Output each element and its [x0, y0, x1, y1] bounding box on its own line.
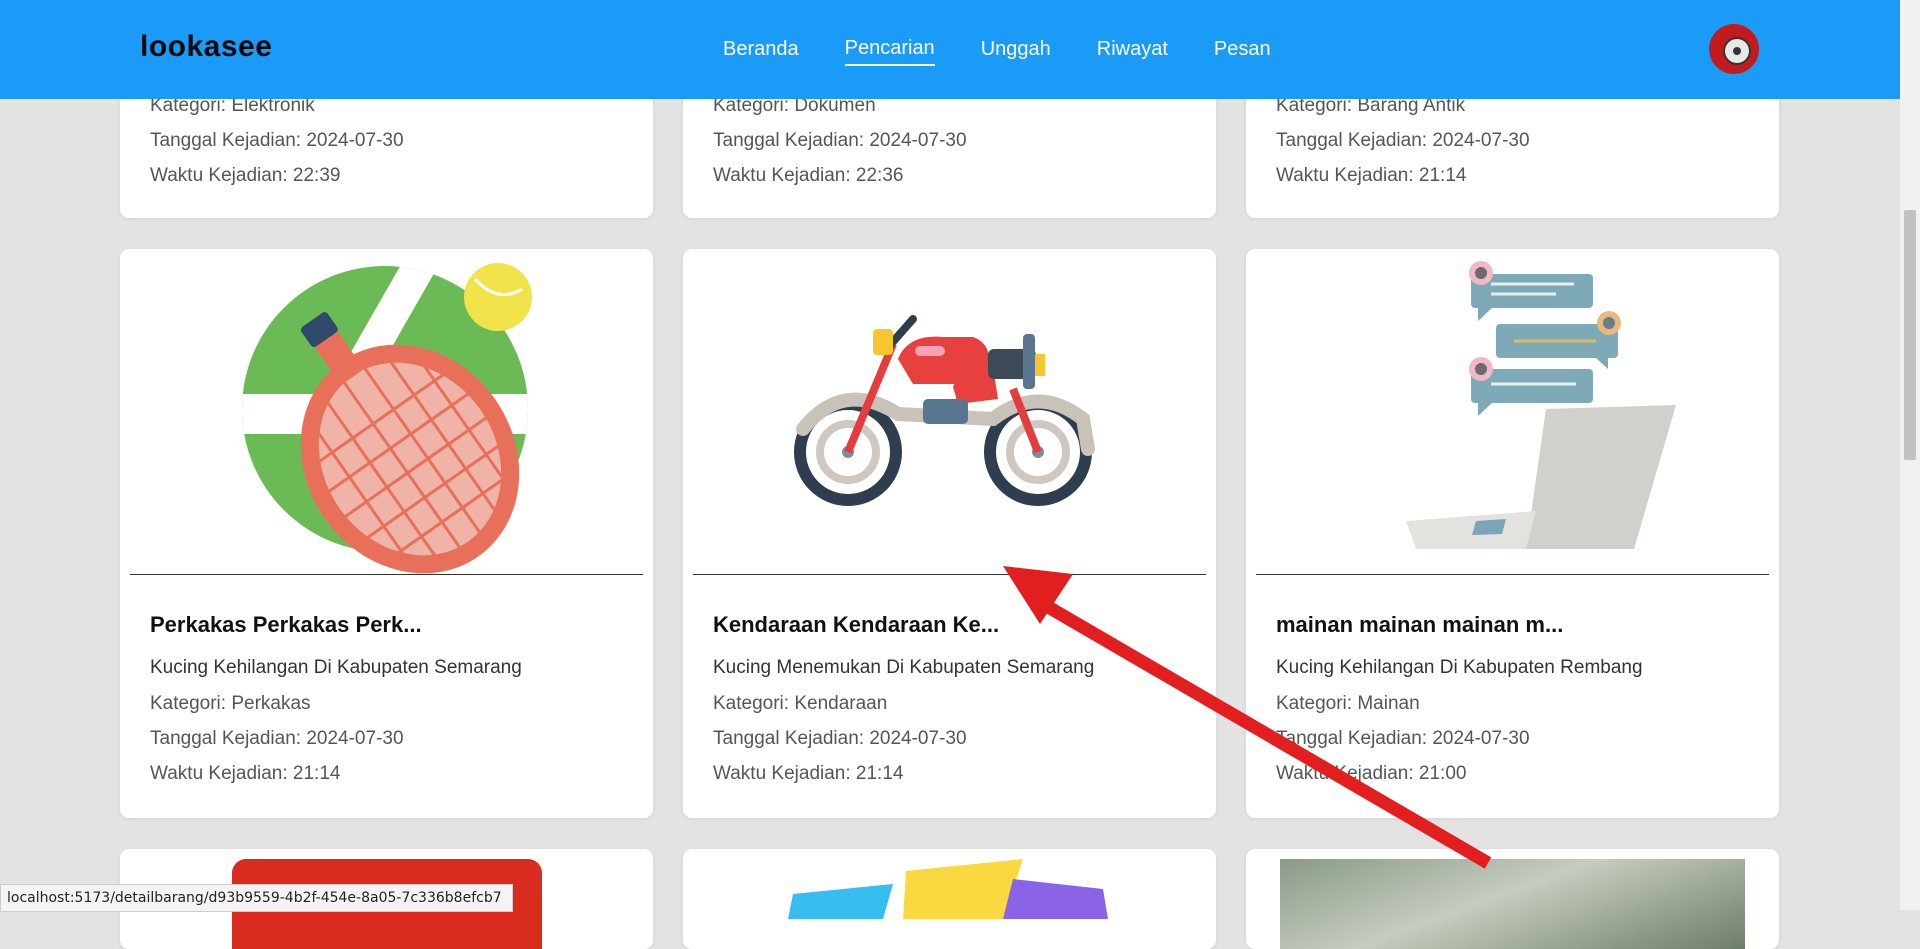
status-bar-url: localhost:5173/detailbarang/d93b9559-4b2… [0, 884, 513, 912]
card-description: Kucing Menemukan Di Kabupaten Semarang [713, 657, 1095, 678]
card-divider [693, 574, 1206, 575]
brand-logo[interactable]: lookasee [140, 30, 272, 64]
item-card[interactable]: Perkakas Perkakas Perk... Kucing Kehilan… [120, 249, 653, 818]
item-card[interactable] [1246, 849, 1779, 949]
card-divider [1256, 574, 1769, 575]
card-image [788, 859, 1108, 919]
top-navbar: lookasee Beranda Pencarian Unggah Riwaya… [0, 0, 1900, 99]
card-date: Tanggal Kejadian: 2024-07-30 [713, 130, 967, 151]
page-scrollbar[interactable] [1900, 0, 1920, 910]
nav-links: Beranda Pencarian Unggah Riwayat Pesan [700, 0, 1294, 99]
card-category: Kategori: Kendaraan [713, 693, 888, 714]
card-date: Tanggal Kejadian: 2024-07-30 [150, 728, 404, 749]
card-category: Kategori: Mainan [1276, 693, 1420, 714]
motorcycle-icon [794, 315, 1095, 506]
nav-link-riwayat[interactable]: Riwayat [1097, 34, 1168, 65]
card-title: mainan mainan mainan m... [1276, 612, 1564, 637]
item-card[interactable] [683, 849, 1216, 949]
card-divider [130, 574, 643, 575]
card-image [1280, 859, 1745, 949]
card-time: Waktu Kejadian: 22:36 [713, 165, 904, 186]
card-time: Waktu Kejadian: 21:00 [1276, 763, 1467, 784]
laptop-chat-icon [1406, 261, 1676, 549]
card-image [1256, 249, 1769, 574]
nav-link-pencarian[interactable]: Pencarian [844, 33, 935, 66]
item-card[interactable]: mainan mainan mainan m... Kucing Kehilan… [1246, 249, 1779, 818]
tennis-racket-icon [242, 263, 532, 574]
nav-link-pesan[interactable]: Pesan [1214, 34, 1271, 65]
nav-link-unggah[interactable]: Unggah [981, 34, 1051, 65]
avatar-icon [1723, 37, 1751, 65]
card-time: Waktu Kejadian: 21:14 [150, 763, 341, 784]
nav-link-beranda[interactable]: Beranda [723, 34, 799, 65]
card-date: Tanggal Kejadian: 2024-07-30 [1276, 728, 1530, 749]
card-category: Kategori: Perkakas [150, 693, 311, 714]
card-time: Waktu Kejadian: 22:39 [150, 165, 341, 186]
card-description: Kucing Kehilangan Di Kabupaten Rembang [1276, 657, 1643, 678]
card-image [130, 249, 643, 574]
card-title: Kendaraan Kendaraan Ke... [713, 612, 1000, 637]
item-card[interactable]: Kendaraan Kendaraan Ke... Kucing Menemuk… [683, 249, 1216, 818]
user-avatar[interactable] [1709, 24, 1759, 74]
card-description: Kucing Kehilangan Di Kabupaten Semarang [150, 657, 522, 678]
card-time: Waktu Kejadian: 21:14 [1276, 165, 1467, 186]
scrollbar-thumb[interactable] [1904, 210, 1916, 460]
card-date: Tanggal Kejadian: 2024-07-30 [713, 728, 967, 749]
card-image [693, 249, 1206, 574]
card-date: Tanggal Kejadian: 2024-07-30 [1276, 130, 1530, 151]
card-title: Perkakas Perkakas Perk... [150, 612, 422, 637]
card-date: Tanggal Kejadian: 2024-07-30 [150, 130, 404, 151]
card-time: Waktu Kejadian: 21:14 [713, 763, 904, 784]
